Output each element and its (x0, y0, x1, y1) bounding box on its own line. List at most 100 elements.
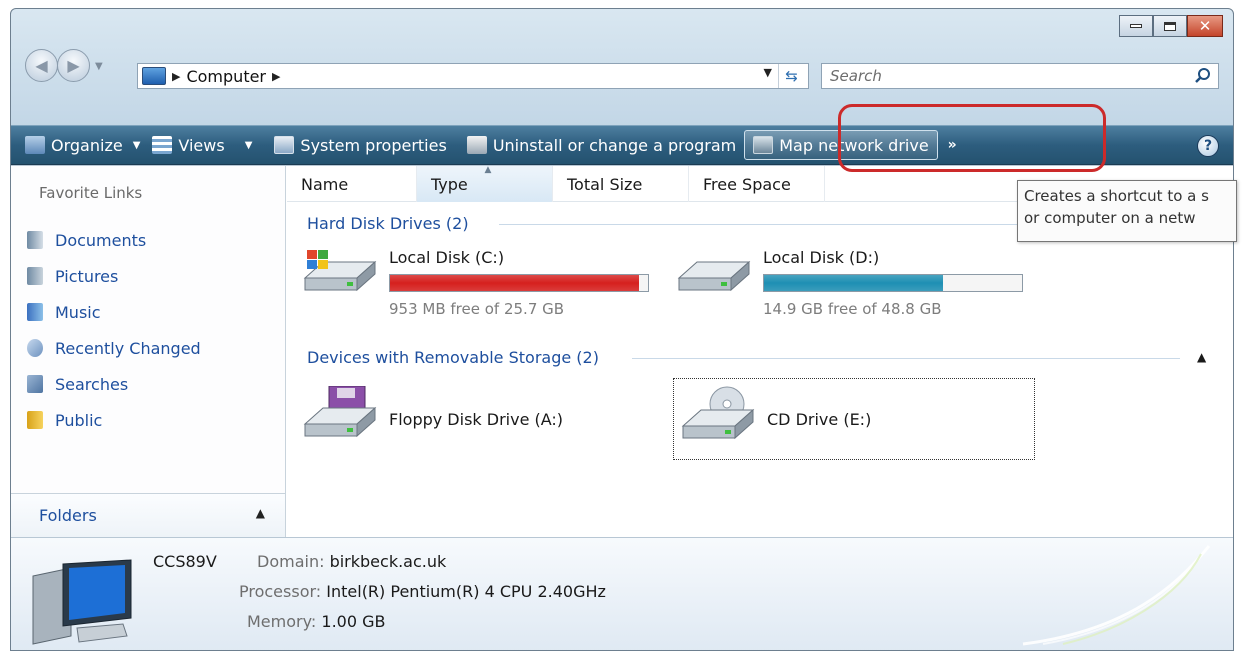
navigation-bar: ◀ ▶ ▼ ▶ Computer ▶ ▼ ⇆ (11, 45, 1233, 89)
maximize-icon (1164, 21, 1176, 31)
details-pane: CCS89V Domain: birkbeck.ac.uk Processor:… (11, 537, 1233, 650)
detail-value: Intel(R) Pentium(R) 4 CPU 2.40GHz (326, 582, 606, 601)
drive-free-space: 14.9 GB free of 48.8 GB (763, 300, 942, 318)
folders-toggle[interactable]: Folders ▲ (11, 493, 285, 537)
refresh-icon: ⇆ (785, 67, 798, 85)
search-box[interactable] (821, 63, 1219, 89)
maximize-button[interactable] (1153, 15, 1187, 37)
sidebar-item-recently-changed[interactable]: Recently Changed (27, 330, 201, 366)
system-properties-button[interactable]: System properties (268, 126, 452, 164)
breadcrumb-computer[interactable]: Computer (186, 67, 266, 86)
minimize-button[interactable] (1119, 15, 1153, 37)
sidebar-item-public[interactable]: Public (27, 402, 201, 438)
back-arrow-icon: ◀ (35, 56, 48, 75)
detail-processor: Processor: Intel(R) Pentium(R) 4 CPU 2.4… (239, 582, 606, 601)
uninstall-program-button[interactable]: Uninstall or change a program (461, 126, 742, 164)
system-properties-label: System properties (300, 135, 447, 155)
windows-drive-icon (303, 250, 377, 292)
views-button[interactable]: Views ▼ (146, 126, 258, 164)
column-header-name[interactable]: Name (287, 166, 417, 202)
refresh-button[interactable]: ⇆ (778, 64, 804, 88)
column-header-free-space[interactable]: Free Space (689, 166, 825, 202)
recent-pages-dropdown[interactable]: ▼ (95, 61, 103, 72)
favorite-links-list: Documents Pictures Music Recently Change… (27, 222, 201, 438)
drive-name: Floppy Disk Drive (A:) (389, 410, 564, 429)
drive-name: Local Disk (C:) (389, 248, 505, 267)
detail-label: Domain: (257, 552, 325, 571)
drive-usage-fill (390, 275, 639, 291)
tooltip: Creates a shortcut to a s or computer on… (1017, 180, 1237, 242)
floppy-drive-icon (303, 386, 377, 438)
detail-value: 1.00 GB (321, 612, 386, 631)
address-dropdown-icon[interactable]: ▼ (764, 66, 772, 79)
help-icon[interactable]: ? (1197, 135, 1219, 157)
network-drive-icon (753, 136, 774, 154)
uninstall-icon (466, 136, 487, 154)
organize-icon (25, 136, 45, 154)
group-header-removable[interactable]: Devices with Removable Storage (2) (307, 348, 599, 367)
drive-free-space: 953 MB free of 25.7 GB (389, 300, 565, 318)
selection-focus-rect (673, 378, 1035, 460)
minimize-icon (1130, 24, 1142, 28)
recently-changed-icon (27, 339, 43, 357)
system-properties-icon (274, 136, 295, 154)
uninstall-label: Uninstall or change a program (492, 135, 737, 155)
search-input[interactable] (830, 67, 1170, 85)
chevron-up-icon[interactable]: ▲ (1197, 350, 1206, 364)
breadcrumb-separator-icon[interactable]: ▶ (172, 70, 180, 83)
pictures-icon (27, 267, 43, 285)
detail-value: birkbeck.ac.uk (329, 552, 447, 571)
detail-memory: Memory: 1.00 GB (247, 612, 385, 631)
hard-drive-icon (677, 260, 751, 292)
address-bar[interactable]: ▶ Computer ▶ ▼ ⇆ (137, 63, 809, 89)
sidebar-item-label: Recently Changed (55, 338, 201, 358)
detail-domain: Domain: birkbeck.ac.uk (257, 552, 446, 571)
folders-label: Folders (39, 506, 97, 525)
search-icon[interactable] (1194, 67, 1212, 85)
explorer-window: ✕ ◀ ▶ ▼ ▶ Computer ▶ ▼ ⇆ Organize ▼ (10, 8, 1234, 651)
computer-icon (32, 559, 132, 645)
sidebar-item-pictures[interactable]: Pictures (27, 258, 201, 294)
searches-icon (27, 375, 43, 393)
drive-usage-bar (389, 274, 649, 292)
drive-name: Local Disk (D:) (763, 248, 880, 267)
detail-label: Processor: (239, 582, 322, 601)
map-network-drive-label: Map network drive (779, 135, 929, 155)
sidebar-item-documents[interactable]: Documents (27, 222, 201, 258)
drive-usage-bar (763, 274, 1023, 292)
documents-icon (27, 231, 43, 249)
column-header-label: Type (431, 174, 468, 194)
group-header-hard-disks[interactable]: Hard Disk Drives (2) (307, 214, 469, 233)
forward-arrow-icon: ▶ (67, 56, 80, 75)
group-divider (632, 358, 1180, 359)
music-icon (27, 303, 43, 321)
map-network-drive-button[interactable]: Map network drive (744, 130, 938, 160)
forward-button[interactable]: ▶ (57, 49, 90, 82)
organize-button[interactable]: Organize ▼ (19, 126, 146, 164)
detail-label: Memory: (247, 612, 317, 631)
close-button[interactable]: ✕ (1187, 15, 1223, 37)
public-folder-icon (27, 411, 43, 429)
toolbar-overflow-button[interactable]: » (948, 137, 957, 153)
group-divider (499, 224, 1019, 225)
chevron-up-icon: ▲ (255, 506, 265, 520)
organize-label: Organize (51, 135, 123, 155)
sort-ascending-icon: ▲ (484, 165, 492, 175)
favorite-links-heading: Favorite Links (39, 184, 143, 202)
sidebar-item-label: Searches (55, 374, 129, 394)
sidebar-item-music[interactable]: Music (27, 294, 201, 330)
computer-name: CCS89V (153, 552, 217, 571)
navigation-pane: Favorite Links Documents Pictures Music … (11, 166, 286, 537)
breadcrumb-separator-icon[interactable]: ▶ (272, 70, 280, 83)
tooltip-line: or computer on a netw (1024, 209, 1196, 227)
sidebar-item-label: Documents (55, 230, 147, 250)
sidebar-item-label: Pictures (55, 266, 119, 286)
column-header-total-size[interactable]: Total Size (553, 166, 689, 202)
sidebar-item-label: Public (55, 410, 103, 430)
sidebar-item-searches[interactable]: Searches (27, 366, 201, 402)
tooltip-line: Creates a shortcut to a s (1024, 187, 1209, 205)
column-header-type[interactable]: ▲ Type (417, 165, 553, 202)
back-button[interactable]: ◀ (25, 49, 58, 82)
close-icon: ✕ (1198, 17, 1212, 35)
sidebar-item-label: Music (55, 302, 101, 322)
